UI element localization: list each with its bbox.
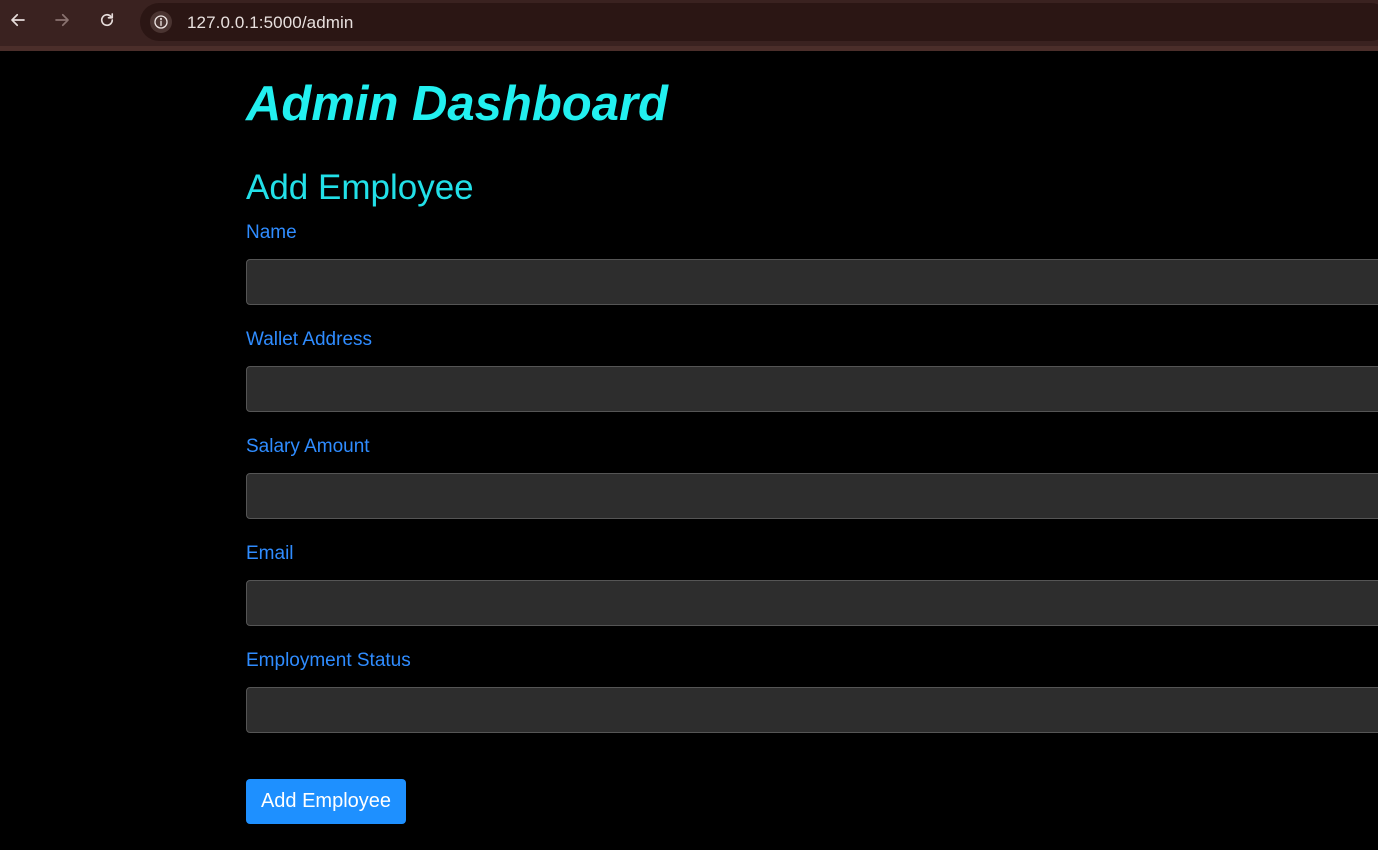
email-input[interactable] bbox=[246, 580, 1378, 626]
address-bar[interactable]: 127.0.0.1:5000/admin bbox=[140, 3, 1378, 41]
email-label: Email bbox=[246, 543, 294, 564]
browser-toolbar: 127.0.0.1:5000/admin bbox=[0, 0, 1378, 51]
info-icon[interactable] bbox=[150, 11, 172, 33]
back-button[interactable] bbox=[5, 9, 31, 35]
add-employee-button[interactable]: Add Employee bbox=[246, 779, 406, 824]
salary-amount-input[interactable] bbox=[246, 473, 1378, 519]
name-label: Name bbox=[246, 222, 297, 243]
reload-button[interactable] bbox=[94, 9, 120, 35]
url-text[interactable]: 127.0.0.1:5000/admin bbox=[187, 13, 353, 33]
arrow-left-icon bbox=[9, 11, 27, 34]
section-title: Add Employee bbox=[246, 168, 474, 207]
employment-status-label: Employment Status bbox=[246, 650, 411, 671]
wallet-address-label: Wallet Address bbox=[246, 329, 373, 350]
wallet-address-input[interactable] bbox=[246, 366, 1378, 412]
page-title: Admin Dashboard bbox=[246, 77, 668, 131]
salary-amount-label: Salary Amount bbox=[246, 436, 370, 457]
arrow-right-icon bbox=[53, 11, 71, 34]
forward-button[interactable] bbox=[49, 9, 75, 35]
admin-page: Admin Dashboard Add Employee Name Wallet… bbox=[0, 51, 1378, 850]
employment-status-input[interactable] bbox=[246, 687, 1378, 733]
reload-icon bbox=[98, 11, 116, 34]
name-input[interactable] bbox=[246, 259, 1378, 305]
